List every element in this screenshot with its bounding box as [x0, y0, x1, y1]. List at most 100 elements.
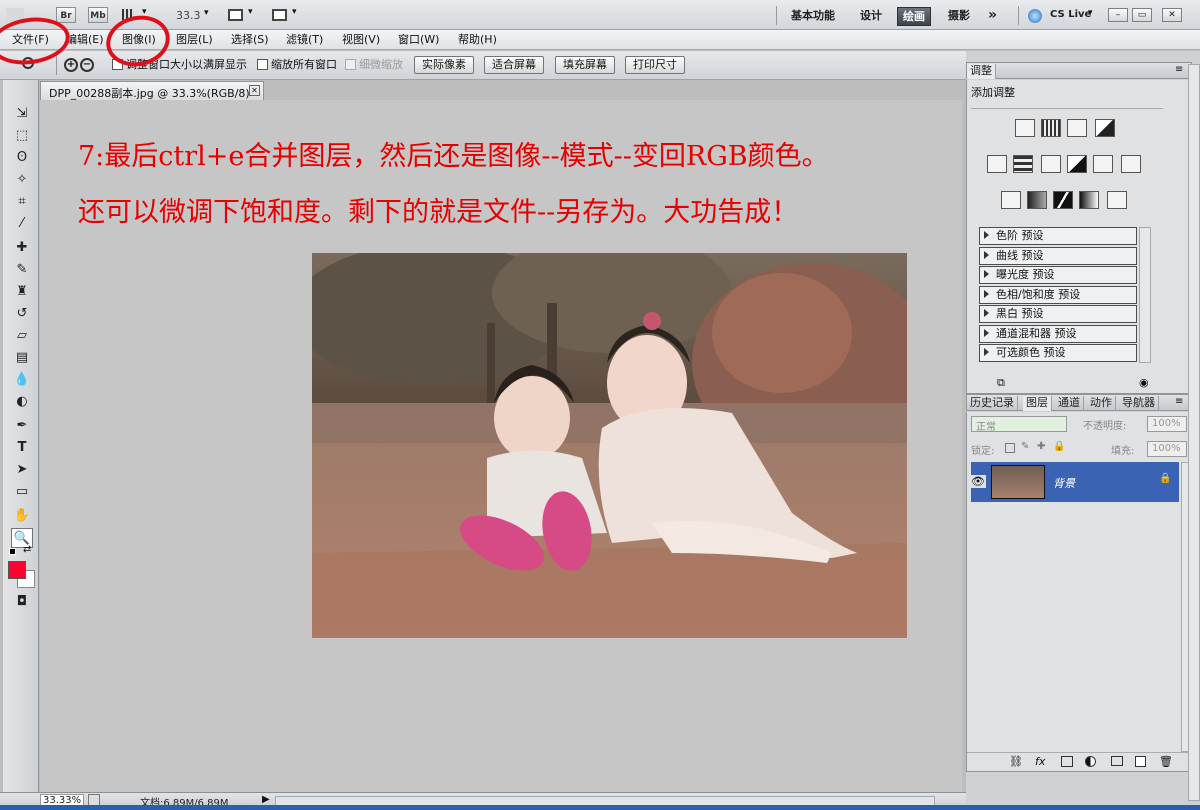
photo-filter-icon[interactable] — [1093, 155, 1113, 173]
zoom-out-icon[interactable]: − — [80, 58, 94, 72]
type-tool-icon[interactable]: T — [11, 438, 33, 458]
channel-mixer-icon[interactable] — [1121, 155, 1141, 173]
print-size-button[interactable]: 打印尺寸 — [625, 56, 685, 74]
gradient-map-icon[interactable] — [1079, 191, 1099, 209]
presets-scrollbar[interactable] — [1139, 227, 1151, 363]
zoom-level-dropdown[interactable]: 33.3 ▾ — [172, 7, 218, 23]
quick-mask-icon[interactable]: ◘ — [11, 592, 33, 612]
more-workspaces-button[interactable]: » — [983, 7, 1002, 24]
panel-menu-icon[interactable]: ≡ — [1175, 396, 1183, 407]
layer-style-icon[interactable]: fx — [1035, 755, 1045, 768]
gradient-tool-icon[interactable]: ▤ — [11, 348, 33, 368]
tab-navigator[interactable]: 导航器 — [1119, 396, 1159, 411]
new-group-icon[interactable] — [1111, 756, 1123, 766]
curves-icon[interactable] — [1067, 119, 1087, 137]
blend-mode-select[interactable]: 正常 — [971, 416, 1067, 433]
pen-tool-icon[interactable]: ✒ — [11, 416, 33, 436]
invert-icon[interactable] — [1001, 191, 1021, 209]
dock-right-scrollbar[interactable] — [1188, 64, 1200, 801]
document-tab[interactable]: DPP_00288副本.jpg @ 33.3%(RGB/8) ✕ — [40, 81, 264, 100]
menu-filter[interactable]: 滤镜(T) — [286, 33, 323, 47]
vibrance-icon[interactable] — [987, 155, 1007, 173]
foreground-color-swatch[interactable] — [8, 561, 26, 579]
add-mask-icon[interactable] — [1061, 756, 1073, 767]
layer-row-background[interactable]: 👁 背景 🔒 — [970, 462, 1179, 502]
preset-levels[interactable]: 色阶 预设 — [979, 227, 1137, 245]
arrange-documents-button[interactable]: ▾ — [226, 7, 258, 23]
close-icon[interactable]: ✕ — [249, 85, 260, 96]
preset-black-white[interactable]: 黑白 预设 — [979, 305, 1137, 323]
menu-help[interactable]: 帮助(H) — [458, 33, 497, 47]
menu-layer[interactable]: 图层(L) — [176, 33, 213, 47]
eyedropper-tool-icon[interactable]: ⁄ — [11, 214, 33, 234]
scrubby-zoom-checkbox[interactable] — [345, 59, 356, 70]
preset-curves[interactable]: 曲线 预设 — [979, 247, 1137, 265]
actual-pixels-button[interactable]: 实际像素 — [414, 56, 474, 74]
workspace-photography[interactable]: 摄影 — [943, 7, 975, 24]
menu-select[interactable]: 选择(S) — [231, 33, 269, 47]
lock-all-icon[interactable]: 🔒 — [1053, 441, 1065, 452]
preset-selective-color[interactable]: 可选颜色 预设 — [979, 344, 1137, 362]
history-brush-tool-icon[interactable]: ↺ — [11, 304, 33, 324]
tab-layers[interactable]: 图层 — [1023, 396, 1052, 411]
panel-menu-icon[interactable]: ≡ — [1175, 64, 1183, 75]
view-previous-state-icon[interactable]: ◉ — [1139, 376, 1149, 389]
launch-bridge-button[interactable]: Br — [56, 7, 76, 23]
move-tool-icon[interactable]: ⇲ — [11, 104, 33, 124]
crop-tool-icon[interactable]: ⌗ — [11, 192, 33, 212]
tab-adjustments[interactable]: 调整 — [967, 64, 996, 79]
tab-actions[interactable]: 动作 — [1087, 396, 1116, 411]
swap-colors-icon[interactable]: ⇄ — [23, 544, 31, 555]
opacity-field[interactable]: 100% — [1147, 416, 1187, 432]
brush-tool-icon[interactable]: ✎ — [11, 260, 33, 280]
clone-stamp-tool-icon[interactable]: ♜ — [11, 282, 33, 302]
fill-screen-button[interactable]: 填充屏幕 — [555, 56, 615, 74]
lasso-tool-icon[interactable]: ʘ — [11, 148, 33, 168]
preset-hue-saturation[interactable]: 色相/饱和度 预设 — [979, 286, 1137, 304]
screen-mode-button[interactable]: ▾ — [270, 7, 302, 23]
cs-live-button[interactable]: CS Live ▾ — [1028, 8, 1098, 24]
selective-color-icon[interactable] — [1107, 191, 1127, 209]
zoom-all-windows-checkbox[interactable] — [257, 59, 268, 70]
fit-screen-button[interactable]: 适合屏幕 — [484, 56, 544, 74]
brightness-contrast-icon[interactable] — [1015, 119, 1035, 137]
delete-layer-icon[interactable]: 🗑 — [1159, 755, 1173, 768]
healing-brush-tool-icon[interactable]: ✚ — [11, 238, 33, 258]
blur-tool-icon[interactable]: 💧 — [11, 370, 33, 390]
lock-transparent-icon[interactable] — [1005, 443, 1015, 453]
quick-selection-tool-icon[interactable]: ✧ — [11, 170, 33, 190]
shape-tool-icon[interactable]: ▭ — [11, 482, 33, 502]
clip-to-layer-icon[interactable]: ⧉ — [997, 376, 1005, 390]
eraser-tool-icon[interactable]: ▱ — [11, 326, 33, 346]
restore-button[interactable]: ▭ — [1132, 8, 1152, 22]
launch-minibridge-button[interactable]: Mb — [88, 7, 108, 23]
exposure-icon[interactable] — [1095, 119, 1115, 137]
posterize-icon[interactable] — [1027, 191, 1047, 209]
tab-channels[interactable]: 通道 — [1055, 396, 1084, 411]
hand-tool-icon[interactable]: ✋ — [11, 506, 33, 526]
preset-channel-mixer[interactable]: 通道混和器 预设 — [979, 325, 1137, 343]
eye-visibility-icon[interactable]: 👁 — [970, 475, 986, 488]
preset-exposure[interactable]: 曝光度 预设 — [979, 266, 1137, 284]
lock-pixels-icon[interactable]: ✎ — [1021, 441, 1029, 452]
minimize-button[interactable]: – — [1108, 8, 1128, 22]
menu-view[interactable]: 视图(V) — [342, 33, 380, 47]
zoom-in-icon[interactable]: + — [64, 58, 78, 72]
hue-saturation-icon[interactable] — [1013, 155, 1033, 173]
dodge-tool-icon[interactable]: ◐ — [11, 392, 33, 412]
levels-icon[interactable] — [1041, 119, 1061, 137]
new-layer-icon[interactable] — [1135, 756, 1146, 767]
fill-field[interactable]: 100% — [1147, 441, 1187, 457]
black-white-icon[interactable] — [1067, 155, 1087, 173]
marquee-tool-icon[interactable]: ⬚ — [11, 126, 33, 146]
lock-position-icon[interactable]: ✚ — [1037, 441, 1045, 452]
default-colors-icon[interactable] — [9, 548, 16, 555]
path-selection-tool-icon[interactable]: ➤ — [11, 460, 33, 480]
tab-history[interactable]: 历史记录 — [967, 396, 1018, 411]
color-balance-icon[interactable] — [1041, 155, 1061, 173]
workspace-essentials[interactable]: 基本功能 — [786, 7, 840, 24]
menu-window[interactable]: 窗口(W) — [398, 33, 439, 47]
menu-edit[interactable]: 编辑(E) — [66, 33, 104, 47]
workspace-painting[interactable]: 绘画 — [897, 7, 931, 26]
link-layers-icon[interactable]: ⛓ — [1009, 755, 1023, 768]
